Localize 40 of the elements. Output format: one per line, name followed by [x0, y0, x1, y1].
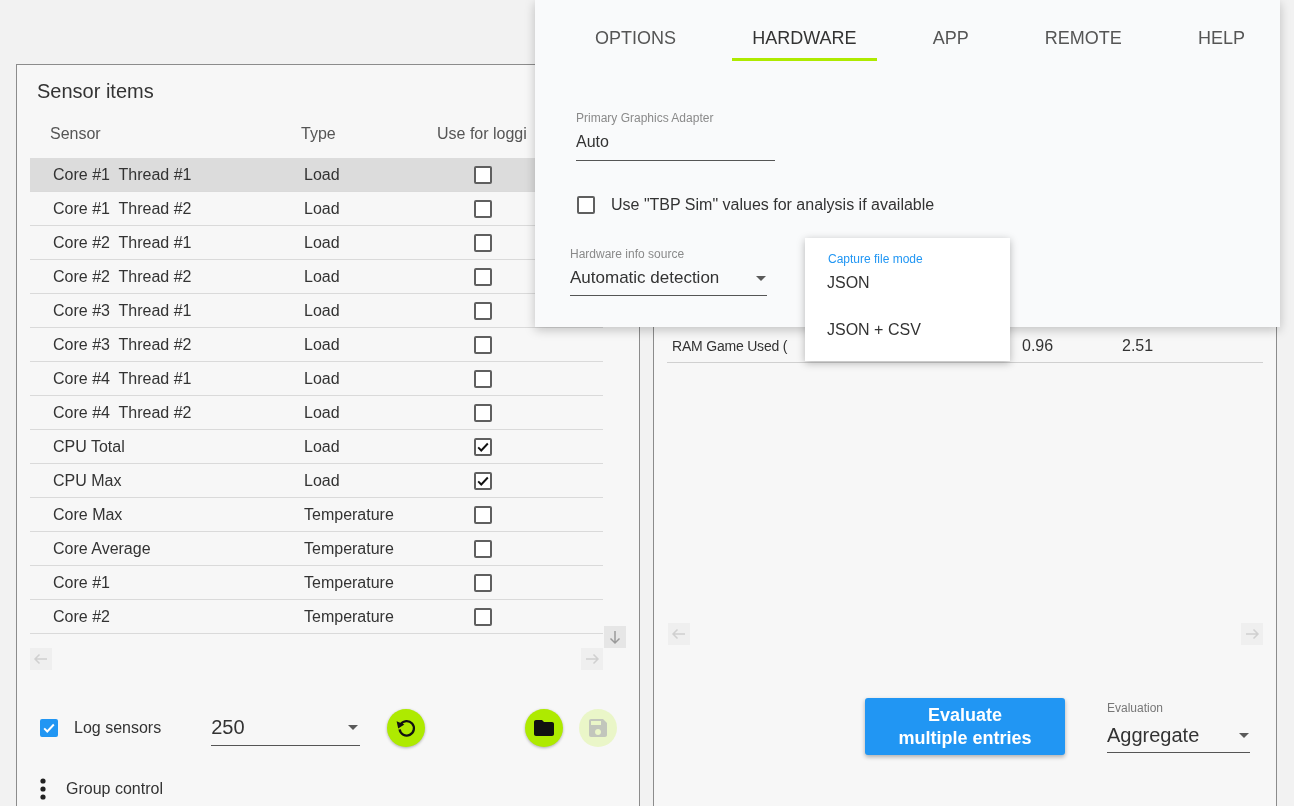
column-header: Sensor	[50, 125, 101, 142]
table-cell: Core #1	[53, 573, 110, 591]
table-cell: CPU Total	[53, 437, 125, 455]
table-cell: Core Max	[53, 505, 123, 523]
column-header: Use for loggi	[437, 125, 527, 142]
table-cell: Core #2	[53, 607, 110, 625]
menu-label: Capture file mode	[828, 252, 923, 266]
field-label: Evaluation	[1107, 700, 1164, 715]
table-cell: Core #2 Thread #1	[53, 233, 192, 251]
table-cell: Load	[304, 403, 340, 421]
table-cell: Core #3 Thread #1	[53, 301, 192, 319]
panel-title: Sensor items	[37, 79, 154, 104]
checkbox-label: Log sensors	[74, 719, 162, 737]
table-cell: 0.96	[1022, 336, 1054, 354]
table-cell: Temperature	[304, 573, 394, 591]
checkbox-label: Use "TBP Sim" values for analysis if available	[611, 196, 935, 214]
table-cell: Load	[304, 301, 340, 319]
table-cell: Load	[304, 165, 340, 183]
table-cell: Core #1 Thread #2	[53, 199, 192, 217]
table-cell: RAM Game Used (	[672, 337, 788, 354]
table-cell: Core #1 Thread #1	[53, 165, 192, 183]
table-cell: Core #4 Thread #2	[53, 403, 192, 421]
table-cell: 2.51	[1122, 336, 1154, 354]
table-cell: Load	[304, 267, 340, 285]
table-cell: Load	[304, 437, 340, 455]
table-cell: Load	[304, 233, 340, 251]
table-cell: Temperature	[304, 607, 394, 625]
table-cell: Temperature	[304, 505, 394, 523]
table-cell: Core #4 Thread #1	[53, 369, 192, 387]
table-cell: Load	[304, 471, 340, 489]
table-cell: Temperature	[304, 539, 394, 557]
table-cell: Load	[304, 369, 340, 387]
column-header: Type	[301, 125, 336, 142]
table-cell: Core #3 Thread #2	[53, 335, 192, 353]
field-label: Primary Graphics Adapter	[576, 111, 714, 125]
table-cell: Core Average	[53, 539, 151, 557]
table-cell: Load	[304, 199, 340, 217]
table-cell: Load	[304, 335, 340, 353]
table-cell: CPU Max	[53, 471, 122, 489]
table-cell: Core #2 Thread #2	[53, 267, 192, 285]
